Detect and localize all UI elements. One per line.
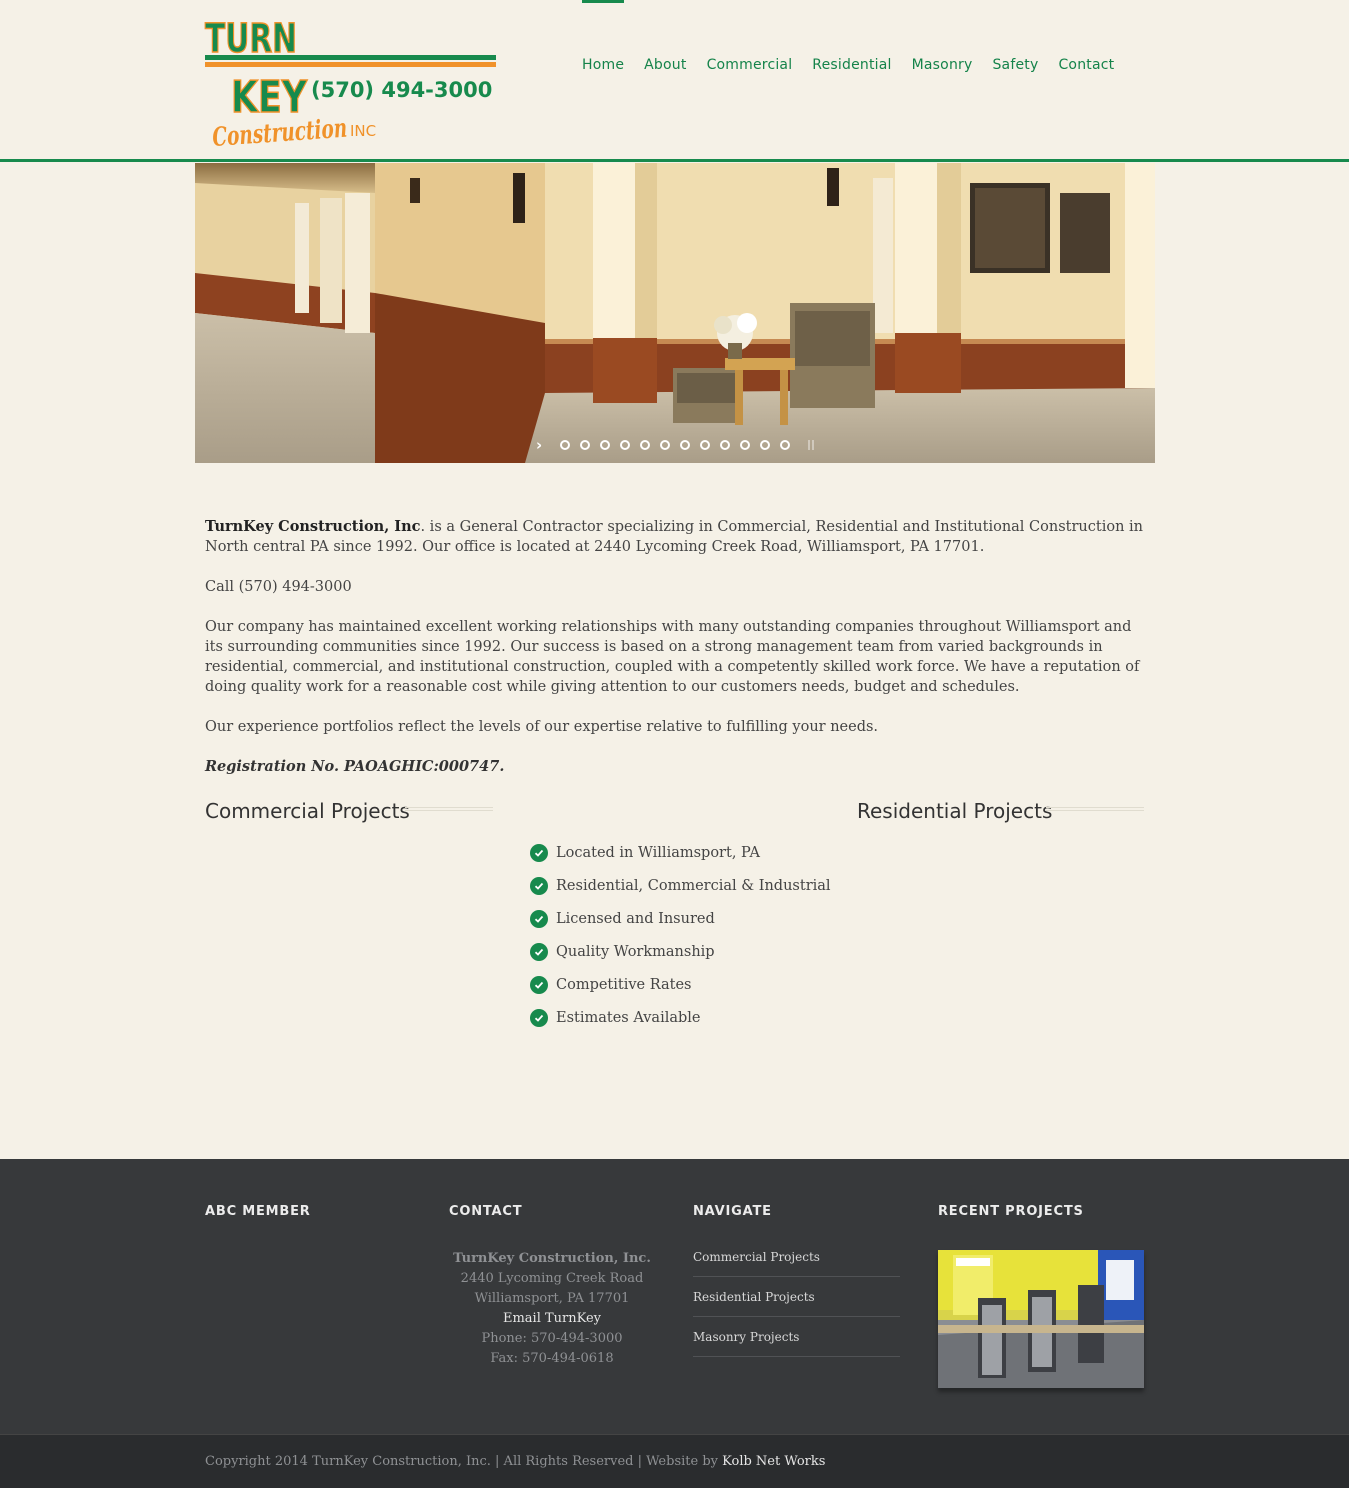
feature-label: Licensed and Insured (556, 910, 715, 927)
copyright-text: Copyright 2014 TurnKey Construction, Inc… (205, 1454, 825, 1469)
footer-link-residential[interactable]: Residential Projects (693, 1277, 900, 1317)
footer-link-masonry[interactable]: Masonry Projects (693, 1317, 900, 1357)
copyright-bar: Copyright 2014 TurnKey Construction, Inc… (0, 1434, 1349, 1488)
main-nav: Home About Commercial Residential Masonr… (582, 0, 1134, 100)
intro-paragraph: TurnKey Construction, Inc. is a General … (205, 517, 1145, 557)
footer-link-commercial[interactable]: Commercial Projects (693, 1237, 900, 1277)
check-circle-icon (530, 1008, 548, 1027)
feature-label: Estimates Available (556, 1009, 701, 1026)
slider-dot[interactable] (640, 440, 650, 450)
slider-dot[interactable] (720, 440, 730, 450)
logo-inc: INC (350, 122, 376, 140)
slider-dot[interactable] (680, 440, 690, 450)
list-item: Residential, Commercial & Industrial (530, 869, 831, 902)
check-circle-icon (530, 975, 548, 994)
residential-projects-title: Residential Projects (857, 799, 1053, 823)
nav-commercial[interactable]: Commercial (707, 0, 793, 100)
contact-company: TurnKey Construction, Inc. (453, 1251, 651, 1266)
list-item: Estimates Available (530, 1001, 831, 1034)
slider-dot[interactable] (600, 440, 610, 450)
slider-controls: › (536, 436, 814, 454)
company-paragraph: Our company has maintained excellent wor… (205, 619, 1140, 695)
list-item: Competitive Rates (530, 968, 831, 1001)
copyright-label: Copyright 2014 TurnKey Construction, Inc… (205, 1454, 723, 1469)
list-item: Quality Workmanship (530, 935, 831, 968)
company-name: TurnKey Construction, Inc (205, 518, 421, 535)
footer-contact-info: TurnKey Construction, Inc. 2440 Lycoming… (449, 1249, 655, 1369)
registration-number: Registration No. PAOAGHIC:000747. (205, 758, 505, 775)
contact-fax: Fax: 570-494-0618 (490, 1351, 614, 1366)
nav-contact[interactable]: Contact (1058, 0, 1114, 100)
commercial-projects-title: Commercial Projects (205, 799, 410, 823)
slider-dot[interactable] (660, 440, 670, 450)
feature-label: Quality Workmanship (556, 943, 715, 960)
recent-project-thumbnail[interactable] (938, 1250, 1144, 1388)
hero-slide-image (195, 163, 1155, 463)
title-divider (405, 807, 493, 811)
footer-nav: Commercial Projects Residential Projects… (693, 1237, 900, 1357)
portfolio-paragraph: Our experience portfolios reflect the le… (205, 719, 879, 735)
site-header: TURN KEY (570) 494-3000 Construction INC… (0, 0, 1349, 162)
credit-link[interactable]: Kolb Net Works (722, 1454, 825, 1469)
slider-dot[interactable] (780, 440, 790, 450)
contact-address-line2: Williamsport, PA 17701 (474, 1291, 630, 1306)
contact-phone: Phone: 570-494-3000 (481, 1331, 623, 1346)
pause-icon[interactable] (808, 440, 814, 450)
hero-slider[interactable]: › (195, 163, 1155, 463)
recent-projects-heading: RECENT PROJECTS (938, 1204, 1084, 1219)
check-circle-icon (530, 876, 548, 895)
contact-address-line1: 2440 Lycoming Creek Road (460, 1271, 644, 1286)
slider-dot[interactable] (700, 440, 710, 450)
check-circle-icon (530, 843, 548, 862)
list-item: Licensed and Insured (530, 902, 831, 935)
slider-dot[interactable] (620, 440, 630, 450)
chevron-right-icon[interactable]: › (536, 436, 556, 454)
slider-dot[interactable] (760, 440, 770, 450)
abc-member-heading: ABC MEMBER (205, 1204, 311, 1219)
nav-about[interactable]: About (644, 0, 686, 100)
feature-label: Residential, Commercial & Industrial (556, 877, 831, 894)
nav-safety[interactable]: Safety (992, 0, 1038, 100)
feature-label: Competitive Rates (556, 976, 692, 993)
call-text: Call (570) 494-3000 (205, 579, 352, 595)
nav-residential[interactable]: Residential (812, 0, 891, 100)
feature-label: Located in Williamsport, PA (556, 844, 760, 861)
title-divider (1046, 807, 1144, 811)
slider-dot[interactable] (560, 440, 570, 450)
email-link[interactable]: Email TurnKey (449, 1309, 655, 1329)
slider-dot[interactable] (740, 440, 750, 450)
check-circle-icon (530, 909, 548, 928)
site-footer: ABC MEMBER CONTACT NAVIGATE RECENT PROJE… (0, 1159, 1349, 1434)
nav-home[interactable]: Home (582, 0, 625, 100)
features-list: Located in Williamsport, PA Residential,… (530, 836, 831, 1034)
logo-key-text: KEY (231, 72, 308, 123)
navigate-heading: NAVIGATE (693, 1204, 772, 1219)
turnkey-logo[interactable]: TURN KEY (570) 494-3000 Construction INC (203, 8, 498, 156)
logo-phone: (570) 494-3000 (311, 78, 492, 102)
slider-dot[interactable] (580, 440, 590, 450)
contact-heading: CONTACT (449, 1204, 523, 1219)
list-item: Located in Williamsport, PA (530, 836, 831, 869)
nav-masonry[interactable]: Masonry (912, 0, 973, 100)
intro-content: TurnKey Construction, Inc. is a General … (205, 517, 1145, 797)
check-circle-icon (530, 942, 548, 961)
